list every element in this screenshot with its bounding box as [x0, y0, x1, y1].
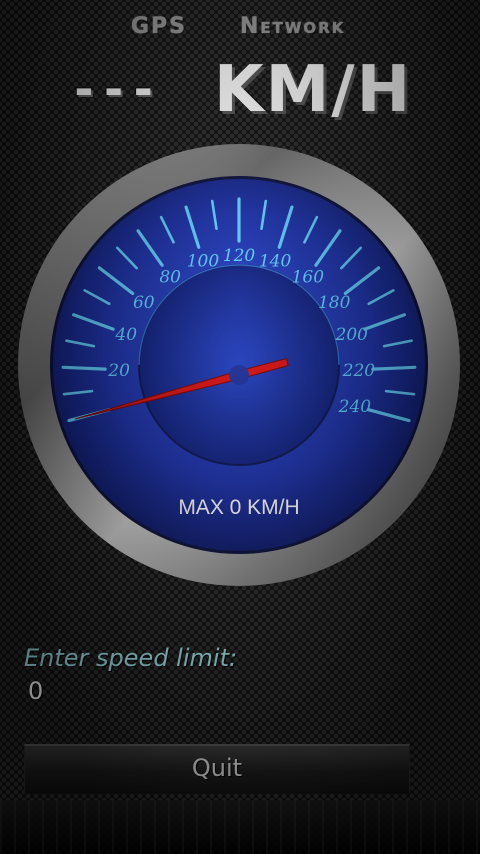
- gauge-tick-label: 180: [318, 293, 351, 313]
- speed-limit-input[interactable]: [28, 676, 148, 706]
- gauge-tick-label: 220: [342, 361, 376, 381]
- gauge-tick-label: 40: [114, 325, 137, 345]
- gauge-dial: 20 40 6080 100 120 140160 180 200 220 240 MAX 0 K…: [18, 144, 460, 586]
- gauge-tick-label: 60: [133, 293, 155, 313]
- gps-source-label: GPS: [131, 14, 188, 39]
- gauge-tick-label: 140: [259, 252, 292, 272]
- gauge-tick-label: 120: [223, 246, 256, 266]
- gauge-tick-label: 100: [187, 252, 220, 272]
- gauge-tick: [61, 365, 107, 371]
- speedometer-gauge: 20 40 60 80 100 120 140 160 180 200 220 240 MAX 0 K…: [16, 142, 462, 588]
- gauge-tick-label: 240: [338, 397, 372, 417]
- floor-background: [0, 800, 480, 854]
- speed-unit-label: KM/H: [214, 53, 413, 127]
- gauge-tick-label: 200: [335, 325, 369, 345]
- gauge-tick-label: 20: [107, 361, 130, 381]
- speed-limit-label: Enter speed limit:: [24, 644, 238, 672]
- quit-button[interactable]: Quit: [24, 744, 410, 794]
- gauge-tick-label: 160: [292, 268, 325, 288]
- network-source-label: Network: [240, 14, 346, 39]
- source-indicator: GPS Network: [0, 14, 480, 44]
- needle-hub: [229, 365, 249, 385]
- max-speed-label: MAX 0 KM/H: [178, 496, 299, 519]
- current-speed-readout: ---: [70, 62, 160, 116]
- gauge-tick-label: 80: [159, 268, 181, 288]
- gauge-tick: [371, 365, 417, 371]
- speedometer-screen: GPS Network --- KM/H 20 40 60 80 100 120…: [0, 0, 480, 854]
